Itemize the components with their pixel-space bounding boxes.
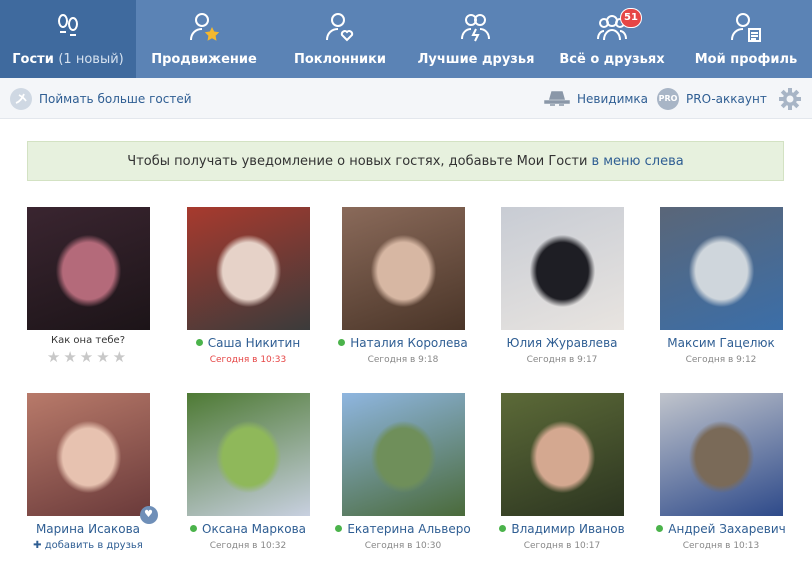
spy-hat-icon [544,88,570,110]
add-friend-label: добавить в друзья [44,540,143,551]
visit-time: Сегодня в 10:33 [209,355,287,365]
star-icon[interactable]: ★ [113,348,129,366]
guest-name-text: Юлия Журавлева [506,336,618,350]
guest-card: Наталия Королева Сегодня в 9:18 [323,207,483,365]
lure-icon [10,87,32,110]
guest-photo[interactable] [26,207,150,330]
tab-about-friends-label: Всё о друзьях [559,52,665,67]
guest-photo[interactable] [341,207,465,330]
guest-name-text: Максим Гацелюк [667,336,775,350]
guest-name-text: Саша Никитин [207,336,301,350]
catch-more-guests-link[interactable]: Поймать больше гостей [10,78,192,119]
guest-photo[interactable] [186,393,310,516]
guest-photo[interactable]: ♥ [26,393,158,524]
guest-name-text: Наталия Королева [350,336,468,350]
user-card-icon [731,13,761,42]
guest-card: Андрей Захаревич Сегодня в 10:13 [641,393,801,551]
online-indicator [190,525,197,532]
guest-name[interactable]: Екатерина Альверо [323,522,483,538]
top-navigation: Гости (1 новый) Продвижение Поклонники Л… [0,0,812,78]
guest-name[interactable]: Андрей Захаревич [641,522,801,538]
guest-name-text: Андрей Захаревич [668,522,786,536]
guest-photo[interactable] [659,393,783,516]
tab-promotion[interactable]: Продвижение [136,0,272,78]
visit-time: Сегодня в 10:13 [682,541,760,551]
guest-name[interactable]: Марина Исакова [8,522,168,538]
guest-name-text: Оксана Маркова [202,522,306,536]
toolbar: Поймать больше гостей Невидимка PRO PRO-… [0,78,812,119]
pro-account-label: PRO-аккаунт [686,91,767,106]
tab-best-friends[interactable]: Лучшие друзья [408,0,544,78]
guest-name-text: Екатерина Альверо [347,522,471,536]
guest-photo[interactable] [659,207,783,330]
online-indicator [338,339,346,346]
guest-card: Саша Никитин Сегодня в 10:33 [168,207,328,365]
guest-card: Екатерина Альверо Сегодня в 10:30 [323,393,483,551]
tab-promotion-label: Продвижение [151,52,257,67]
guest-name[interactable]: Юлия Журавлева [482,336,642,352]
visit-time: Сегодня в 9:17 [526,355,598,365]
visit-time: Сегодня в 10:30 [364,541,442,551]
invisible-mode-label: Невидимка [577,91,649,106]
visit-time: Сегодня в 9:18 [367,355,439,365]
gear-icon [779,87,801,110]
online-indicator [195,339,203,346]
guest-card: ♥ Марина Исакова ✚ добавить в друзья [8,393,168,551]
left-menu-link[interactable]: в меню слева [591,154,683,169]
footprints-icon [58,14,78,36]
guest-name-text: Марина Исакова [35,522,141,536]
user-star-icon [190,13,220,41]
tab-guests[interactable]: Гости (1 новый) [0,0,136,78]
star-icon[interactable]: ★ [96,348,112,366]
guest-photo[interactable] [500,207,624,330]
star-icon[interactable]: ★ [47,348,63,366]
guest-photo[interactable] [500,393,624,516]
tab-my-profile[interactable]: Мой профиль [680,0,812,78]
tab-about-friends[interactable]: 51 Всё о друзьях [544,0,680,78]
guest-name[interactable]: Саша Никитин [168,336,328,352]
online-indicator [499,525,507,532]
pro-icon: PRO [657,87,679,110]
user-heart-icon [326,13,354,42]
tab-guests-new-count: (1 новый) [58,52,124,67]
heart-icon[interactable]: ♥ [139,506,158,524]
users-bolt-icon [461,14,490,42]
guest-name[interactable]: Наталия Королева [323,336,483,352]
visit-time: Сегодня в 10:17 [523,541,601,551]
guest-card: Владимир Иванов Сегодня в 10:17 [482,393,642,551]
settings-button[interactable] [778,78,802,119]
guest-name[interactable]: Максим Гацелюк [641,336,801,352]
guest-photo[interactable] [341,393,465,516]
guest-name[interactable]: Оксана Маркова [168,522,328,538]
tab-admirers[interactable]: Поклонники [272,0,408,78]
notification-badge: 51 [620,8,642,28]
guest-photo[interactable] [186,207,310,330]
star-icon[interactable]: ★ [63,348,79,366]
guest-name[interactable]: Владимир Иванов [482,522,642,538]
online-indicator [656,525,664,532]
tab-admirers-label: Поклонники [293,52,387,67]
pro-account-link[interactable]: PRO PRO-аккаунт [657,78,767,119]
guest-card: Оксана Маркова Сегодня в 10:32 [168,393,328,551]
guest-card: Максим Гацелюк Сегодня в 9:12 [641,207,801,365]
catch-more-guests-label: Поймать больше гостей [39,91,192,106]
notification-banner: Чтобы получать уведомление о новых гостя… [27,141,784,181]
invisible-mode-link[interactable]: Невидимка [544,78,648,119]
guest-card: Юлия Журавлева Сегодня в 9:17 [482,207,642,365]
tab-guests-label: Гости [12,52,54,67]
tab-best-friends-label: Лучшие друзья [417,52,535,67]
plus-icon: ✚ [33,540,45,551]
visit-time: Сегодня в 9:12 [685,355,757,365]
rating-stars: ★★★★★ [8,348,168,366]
add-friend-link[interactable]: ✚ добавить в друзья [8,540,168,551]
notification-banner-text: Чтобы получать уведомление о новых гостя… [127,153,588,169]
rate-question: Как она тебе? [50,335,125,346]
tab-my-profile-label: Мой профиль [694,52,798,67]
visit-time: Сегодня в 10:32 [209,541,287,551]
online-indicator [335,525,343,532]
guest-name-text: Владимир Иванов [511,522,625,536]
star-icon[interactable]: ★ [80,348,96,366]
guest-card: Как она тебе? ★★★★★ [8,207,168,366]
